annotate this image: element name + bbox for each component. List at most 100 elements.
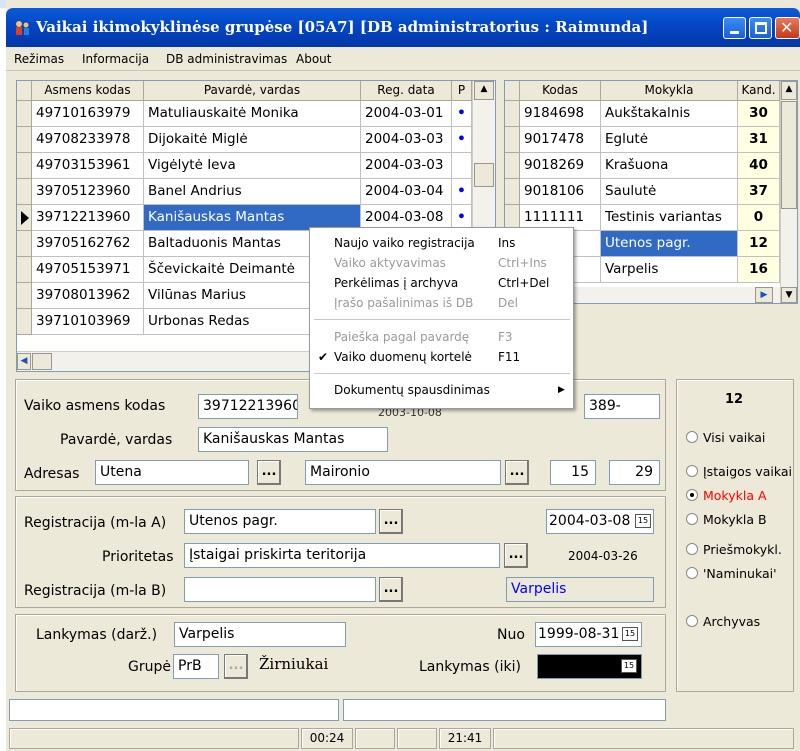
table-row[interactable]: 49710163979 Matuliauskaitė Monika 2004-03-… [17,101,472,127]
house-input[interactable]: 15 [550,460,596,485]
regB-input[interactable] [184,577,376,602]
filter-option-label: Įstaigos vaikai [703,464,792,479]
scroll-left-arrow-icon[interactable]: ◀ [17,353,31,370]
from-date-input[interactable]: 1999-08-31 15 [535,622,642,647]
code-input[interactable]: 39712213960 [198,394,298,419]
calendar-icon[interactable]: 15 [621,659,637,673]
row-indicator [17,179,32,205]
status-panel [493,728,794,749]
filter-option-label: 'Naminukai' [703,566,777,581]
menu-activate[interactable]: Vaiko aktyvavimas Ctrl+Ins [310,253,573,273]
until-label: Lankymas (iki) [419,659,521,675]
context-menu[interactable]: Naujo vaiko registracija Ins Vaiko aktyvav… [309,227,574,409]
address-label: Adresas [24,466,80,482]
attend-input[interactable]: Varpelis [174,622,346,647]
scroll-down-arrow-icon[interactable]: ▼ [781,287,797,303]
cell-school-name: Utenos pagr. [601,231,738,257]
menu-item-label: Įrašo pašalinimas iš DB [334,296,474,310]
maximize-button[interactable] [749,17,772,39]
menu-about[interactable]: About [296,52,331,66]
phone-input[interactable]: 389- [584,394,660,419]
menu-separator [314,319,570,320]
calendar-icon[interactable]: 15 [635,514,651,528]
regA-input[interactable]: Utenos pagr. [184,509,376,534]
attend-label: Lankymas (darž.) [36,627,158,643]
table-row[interactable]: 9018106 Saulutė 37 [505,179,780,205]
group-picker-button[interactable]: ... [224,654,248,679]
cell-name: Banel Andrius [144,179,361,205]
calendar-icon[interactable]: 15 [622,627,638,641]
col-header-code[interactable]: Asmens kodas [32,81,144,101]
filter-radio[interactable] [686,513,698,525]
regB-picker-button[interactable]: ... [379,577,403,602]
priority-input[interactable]: Įstaigai priskirta teritorija [184,543,500,568]
filter-radio[interactable] [686,567,698,579]
street-input[interactable]: Maironio [305,460,501,485]
menu-rezimas[interactable]: Režimas [14,52,64,66]
regA-date-input[interactable]: 2004-03-08 15 [546,509,654,534]
cell-school-code: 9017478 [520,127,601,153]
city-input[interactable]: Utena [95,460,249,485]
menu-item-label: Dokumentų spausdinimas [334,383,490,397]
col-header-school[interactable]: Mokykla [601,81,738,101]
table-row[interactable]: 9184698 Aukštakalnis 30 [505,101,780,127]
col-header-name[interactable]: Pavardė, vardas [144,81,361,101]
name-input[interactable]: Kanišauskas Mantas [198,427,388,452]
schools-grid-vscroll[interactable]: ▲ ▼ [780,81,797,303]
filter-radio[interactable] [686,431,698,443]
checkmark-icon: ✔ [318,350,329,364]
cell-name: Matuliauskaitė Monika [144,101,361,127]
table-row[interactable]: 39705123960 Banel Andrius 2004-03-04 • [17,179,472,205]
menu-db-administravimas[interactable]: DB administravimas [166,52,287,66]
col-header-p[interactable]: P [452,81,472,101]
table-row[interactable]: 9017478 Eglutė 31 [505,127,780,153]
filter-option-label: Mokykla A [703,488,767,503]
table-row[interactable]: 49708233978 Dijokaitė Miglė 2004-03-03 • [17,127,472,153]
menu-new-registration[interactable]: Naujo vaiko registracija Ins [310,233,573,253]
menu-child-card[interactable]: ✔ Vaiko duomenų kortelė F11 [310,347,573,367]
regA-picker-button[interactable]: ... [379,509,403,534]
menu-archive[interactable]: Perkėlimas į archyva Ctrl+Del [310,273,573,293]
scroll-thumb[interactable] [474,163,494,187]
row-indicator [505,153,520,179]
menu-print-documents[interactable]: Dokumentų spausdinimas ▶ [310,380,573,400]
row-indicator [17,153,32,179]
flat-input[interactable]: 29 [609,460,660,485]
title-bar[interactable]: Vaikai ikimokyklinėse grupėse [05A7] [DB… [6,8,800,47]
cell-code: 49708233978 [32,127,144,153]
street-picker-button[interactable]: ... [505,460,529,485]
col-header-date[interactable]: Reg. data [361,81,452,101]
scroll-up-arrow-icon[interactable]: ▲ [781,81,797,100]
priority-picker-button[interactable]: ... [504,543,528,568]
col-header-school-code[interactable]: Kodas [520,81,601,101]
cell-school-name: Saulutė [601,179,738,205]
status-field-right [343,699,666,721]
city-picker-button[interactable]: ... [257,460,281,485]
scroll-up-arrow-icon[interactable]: ▲ [474,81,494,100]
close-button[interactable]: ✕ [775,17,800,39]
until-date-input[interactable]: 15 [537,654,642,679]
menu-item-label: Perkėlimas į archyva [334,276,459,290]
menu-informacija[interactable]: Informacija [82,52,149,66]
cell-code: 39705123960 [32,179,144,205]
table-row[interactable]: 9018269 Krašuona 40 [505,153,780,179]
table-row[interactable]: 49703153961 Vigėlytė Ieva 2004-03-03 [17,153,472,179]
schools-grid-corner [505,81,520,101]
hscroll-thumb[interactable] [32,353,52,370]
col-header-kand[interactable]: Kand. [738,81,780,101]
scroll-thumb[interactable] [781,101,797,209]
filter-radio[interactable] [686,543,698,555]
menu-item-label: Paieška pagal pavardę [334,330,470,344]
scroll-right-arrow-icon[interactable]: ▶ [755,287,773,303]
menu-search[interactable]: Paieška pagal pavardę F3 [310,327,573,347]
cell-school-name: Varpelis [601,257,738,283]
group-input[interactable]: PrB [173,654,219,679]
filter-radio[interactable] [686,615,698,627]
cell-code: 39712213960 [32,205,144,231]
priority-dot: • [452,127,472,153]
filter-count: 12 [725,392,744,407]
minimize-button[interactable] [723,17,746,39]
filter-radio[interactable] [686,489,698,501]
filter-radio[interactable] [686,465,698,477]
menu-delete[interactable]: Įrašo pašalinimas iš DB Del [310,293,573,313]
